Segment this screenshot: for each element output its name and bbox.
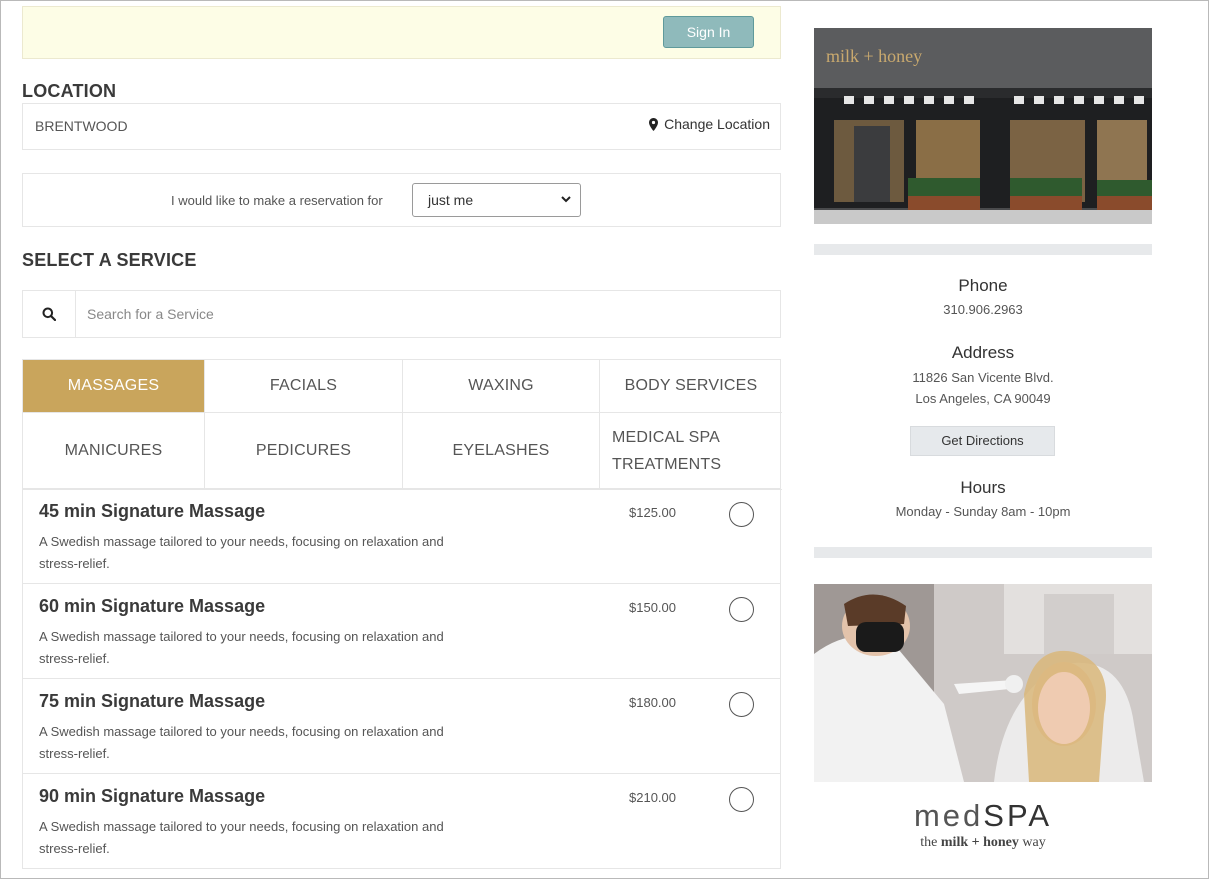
tab-eyelashes[interactable]: EYELASHES <box>403 413 600 490</box>
search-button[interactable] <box>23 291 76 337</box>
service-name: 45 min Signature Massage <box>39 501 266 521</box>
address-line: Los Angeles, CA 90049 <box>915 391 1051 406</box>
service-search: Search for a Service <box>22 290 781 338</box>
storefront-sign-text: milk + honey <box>826 46 922 66</box>
medspa-logo: medSPA the milk + honey way <box>814 798 1152 851</box>
tab-manicures[interactable]: MANICURES <box>23 413 205 490</box>
medspa-tag-pre: the <box>920 835 941 850</box>
medspa-illustration <box>814 584 1152 782</box>
select-service-title: SELECT A SERVICE <box>22 250 197 270</box>
service-price: $180.00 <box>629 695 676 710</box>
medspa-wordmark: medSPA <box>814 798 1152 834</box>
service-price: $150.00 <box>629 600 676 615</box>
tab-label-line: MEDICAL SPA <box>612 429 721 446</box>
hours-section: Hours Monday - Sunday 8am - 10pm <box>814 478 1152 522</box>
service-list: 45 min Signature Massage A Swedish massa… <box>22 489 781 869</box>
service-name: 75 min Signature Massage <box>39 691 266 711</box>
medspa-tag-brand: milk + honey <box>940 835 1019 850</box>
party-size-value: just me <box>428 192 474 208</box>
service-item[interactable]: 90 min Signature Massage A Swedish massa… <box>22 774 781 869</box>
service-name: 60 min Signature Massage <box>39 596 266 616</box>
location-box: BRENTWOOD Change Location <box>22 103 781 150</box>
service-category-tabs: MASSAGES FACIALS WAXING BODY SERVICES MA… <box>22 359 782 490</box>
phone-number[interactable]: 310.906.2963 <box>814 299 1152 320</box>
location-name: BRENTWOOD <box>35 118 128 134</box>
tab-massages[interactable]: MASSAGES <box>23 360 205 413</box>
medspa-tagline: the milk + honey way <box>814 835 1152 851</box>
tab-medical-spa-treatments[interactable]: MEDICAL SPA TREATMENTS <box>600 413 782 490</box>
service-search-input[interactable]: Search for a Service <box>87 306 214 322</box>
tab-waxing[interactable]: WAXING <box>403 360 600 413</box>
divider <box>814 244 1152 255</box>
phone-section: Phone 310.906.2963 <box>814 276 1152 320</box>
address-line: 11826 San Vicente Blvd. <box>912 370 1054 385</box>
party-size-select[interactable]: just me <box>412 183 581 217</box>
search-icon <box>42 307 56 321</box>
address-heading: Address <box>951 343 1015 362</box>
medspa-wordmark-bold: SPA <box>983 798 1053 833</box>
service-radio[interactable] <box>729 597 754 622</box>
hours-text: Monday - Sunday 8am - 10pm <box>895 504 1071 519</box>
service-radio[interactable] <box>729 502 754 527</box>
change-location-label: Change Location <box>664 116 770 132</box>
chevron-down-icon <box>561 196 571 203</box>
storefront-photo: milk + honey <box>814 28 1152 224</box>
service-price: $210.00 <box>629 790 676 805</box>
sign-in-button[interactable]: Sign In <box>663 16 754 48</box>
get-directions-button[interactable]: Get Directions <box>910 426 1055 456</box>
tab-body-services[interactable]: BODY SERVICES <box>600 360 782 413</box>
service-description: A Swedish massage tailored to your needs… <box>39 724 444 761</box>
change-location-link[interactable]: Change Location <box>649 116 770 132</box>
service-price: $125.00 <box>629 505 676 520</box>
medspa-wordmark-light: med <box>913 798 984 833</box>
divider <box>814 547 1152 558</box>
phone-heading: Phone <box>958 276 1008 295</box>
tab-pedicures[interactable]: PEDICURES <box>205 413 403 490</box>
map-pin-icon <box>649 117 659 131</box>
service-name: 90 min Signature Massage <box>39 786 266 806</box>
service-item[interactable]: 45 min Signature Massage A Swedish massa… <box>22 489 781 584</box>
service-description: A Swedish massage tailored to your needs… <box>39 629 444 666</box>
storefront-illustration: milk + honey <box>814 28 1152 224</box>
booking-panel: Sign In LOCATION BRENTWOOD Change Locati… <box>22 6 782 869</box>
service-description: A Swedish massage tailored to your needs… <box>39 534 444 571</box>
location-title: LOCATION <box>22 81 117 101</box>
reservation-label: I would like to make a reservation for <box>171 193 383 208</box>
medspa-photo <box>814 584 1152 782</box>
service-description: A Swedish massage tailored to your needs… <box>39 819 444 856</box>
signin-banner: Sign In <box>22 6 781 59</box>
medspa-tag-post: way <box>1018 835 1046 850</box>
service-radio[interactable] <box>729 787 754 812</box>
service-item[interactable]: 60 min Signature Massage A Swedish massa… <box>22 584 781 679</box>
service-radio[interactable] <box>729 692 754 717</box>
reservation-box: I would like to make a reservation for j… <box>22 173 781 227</box>
tab-label-line: TREATMENTS <box>612 456 722 473</box>
tab-facials[interactable]: FACIALS <box>205 360 403 413</box>
address-section: Address 11826 San Vicente Blvd. Los Ange… <box>814 343 1152 409</box>
hours-heading: Hours <box>960 478 1006 497</box>
service-item[interactable]: 75 min Signature Massage A Swedish massa… <box>22 679 781 774</box>
